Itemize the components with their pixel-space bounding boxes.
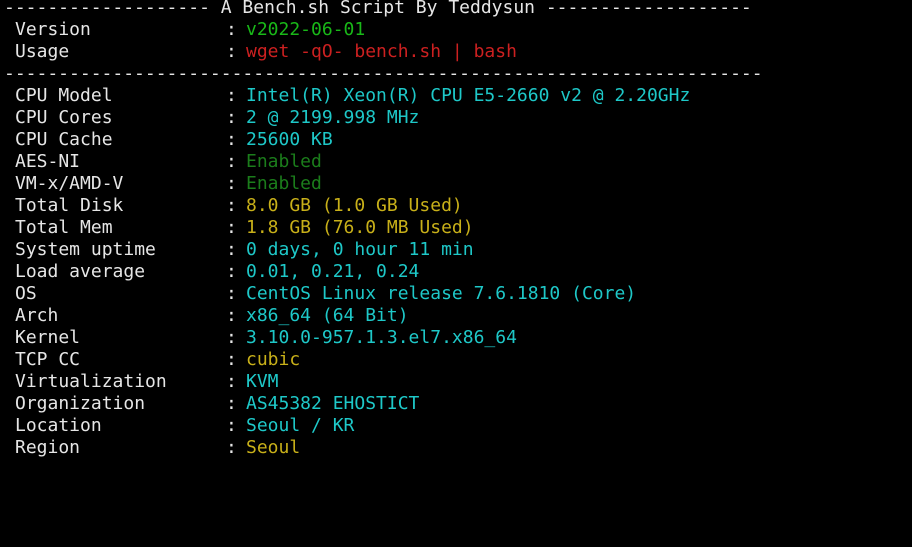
info-value: CentOS Linux release 7.6.1810 (Core) (246, 283, 637, 304)
colon: : (226, 217, 237, 238)
colon: : (226, 195, 237, 216)
info-row: Kernel : 3.10.0-957.1.3.el7.x86_64 (4, 327, 912, 349)
info-row: Load average : 0.01, 0.21, 0.24 (4, 261, 912, 283)
info-row: Total Mem : 1.8 GB (76.0 MB Used) (4, 217, 912, 239)
terminal-window[interactable]: ------------------- A Bench.sh Script By… (0, 0, 912, 459)
info-key: Organization (15, 393, 146, 414)
info-row: Location : Seoul / KR (4, 415, 912, 437)
info-row: VM-x/AMD-V : Enabled (4, 173, 912, 195)
info-key: AES-NI (15, 151, 81, 172)
info-key: System uptime (15, 239, 156, 260)
section-separator: ----------------------------------------… (4, 63, 763, 84)
colon: : (226, 415, 237, 436)
meta-value: v2022-06-01 (246, 19, 366, 40)
info-value: cubic (246, 349, 301, 370)
info-key: Location (15, 415, 102, 436)
colon: : (226, 261, 237, 282)
info-row: AES-NI : Enabled (4, 151, 912, 173)
meta-key: Usage (15, 41, 70, 62)
info-key: CPU Model (15, 85, 113, 106)
colon: : (226, 349, 237, 370)
info-value: Intel(R) Xeon(R) CPU E5-2660 v2 @ 2.20GH… (246, 85, 691, 106)
info-value: 0.01, 0.21, 0.24 (246, 261, 420, 282)
info-row: Arch : x86_64 (64 Bit) (4, 305, 912, 327)
info-row: System uptime : 0 days, 0 hour 11 min (4, 239, 912, 261)
colon: : (226, 85, 237, 106)
info-key: Total Disk (15, 195, 124, 216)
info-key: Kernel (15, 327, 81, 348)
info-key: CPU Cache (15, 129, 113, 150)
info-value: 2 @ 2199.998 MHz (246, 107, 420, 128)
info-value: 3.10.0-957.1.3.el7.x86_64 (246, 327, 517, 348)
colon: : (226, 151, 237, 172)
info-value: AS45382 EHOSTICT (246, 393, 420, 414)
colon: : (226, 19, 237, 40)
colon: : (226, 41, 237, 62)
header-separator: ------------------- A Bench.sh Script By… (4, 0, 752, 18)
info-value: 8.0 GB (1.0 GB Used) (246, 195, 463, 216)
info-key: Load average (15, 261, 146, 282)
info-row: CPU Model : Intel(R) Xeon(R) CPU E5-2660… (4, 85, 912, 107)
info-key: VM-x/AMD-V (15, 173, 124, 194)
info-value: Seoul / KR (246, 415, 355, 436)
colon: : (226, 239, 237, 260)
info-key: Arch (15, 305, 59, 326)
colon: : (226, 129, 237, 150)
info-row: OS : CentOS Linux release 7.6.1810 (Core… (4, 283, 912, 305)
info-value: x86_64 (64 Bit) (246, 305, 409, 326)
usage-command[interactable]: wget -qO- bench.sh | bash (246, 41, 517, 63)
info-key: Virtualization (15, 371, 167, 392)
colon: : (226, 305, 237, 326)
colon: : (226, 371, 237, 392)
info-value: Seoul (246, 437, 301, 458)
info-row: TCP CC : cubic (4, 349, 912, 371)
colon: : (226, 173, 237, 194)
info-value: 25600 KB (246, 129, 333, 150)
meta-row-usage: Usage : wget -qO- bench.sh | bash (4, 41, 912, 63)
info-value: Enabled (246, 151, 322, 172)
info-key: CPU Cores (15, 107, 113, 128)
colon: : (226, 107, 237, 128)
info-row: CPU Cache : 25600 KB (4, 129, 912, 151)
info-key: TCP CC (15, 349, 81, 370)
info-key: OS (15, 283, 37, 304)
info-value: 0 days, 0 hour 11 min (246, 239, 474, 260)
info-row: Total Disk : 8.0 GB (1.0 GB Used) (4, 195, 912, 217)
info-row: Region : Seoul (4, 437, 912, 459)
info-value: KVM (246, 371, 279, 392)
info-key: Region (15, 437, 81, 458)
meta-row-version: Version : v2022-06-01 (4, 19, 912, 41)
meta-key: Version (15, 19, 91, 40)
colon: : (226, 327, 237, 348)
info-key: Total Mem (15, 217, 113, 238)
colon: : (226, 283, 237, 304)
colon: : (226, 393, 237, 414)
info-value: 1.8 GB (76.0 MB Used) (246, 217, 474, 238)
info-row: CPU Cores : 2 @ 2199.998 MHz (4, 107, 912, 129)
colon: : (226, 437, 237, 458)
info-row: Virtualization : KVM (4, 371, 912, 393)
info-value: Enabled (246, 173, 322, 194)
info-row: Organization : AS45382 EHOSTICT (4, 393, 912, 415)
